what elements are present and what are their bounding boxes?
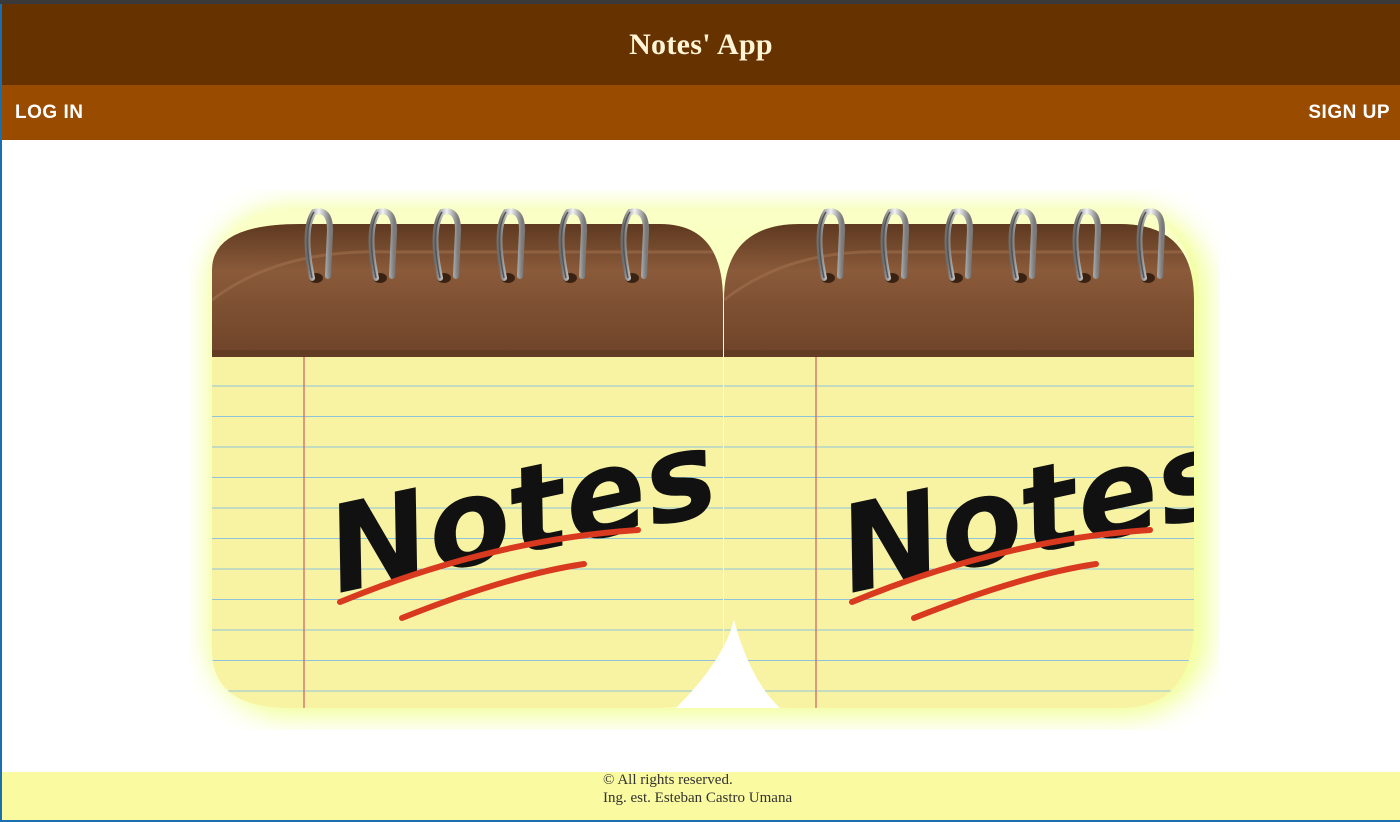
notes-notepad-illustration: Notes Notes [208, 208, 1208, 716]
app-title: Notes' App [629, 27, 773, 61]
signup-link[interactable]: SIGN UP [1308, 85, 1390, 140]
notepad-right: Notes [724, 224, 1194, 708]
hero-image: Notes Notes [190, 190, 1220, 730]
footer: © All rights reserved. Ing. est. Esteban… [2, 772, 1400, 820]
nav-bar: LOG IN SIGN UP [2, 85, 1400, 140]
notepad-left: Notes [212, 224, 723, 708]
login-link[interactable]: LOG IN [15, 85, 83, 140]
copyright-text: © All rights reserved. [603, 772, 733, 788]
app-header: Notes' App [2, 4, 1400, 85]
author-text: Ing. est. Esteban Castro Umana [603, 790, 793, 806]
